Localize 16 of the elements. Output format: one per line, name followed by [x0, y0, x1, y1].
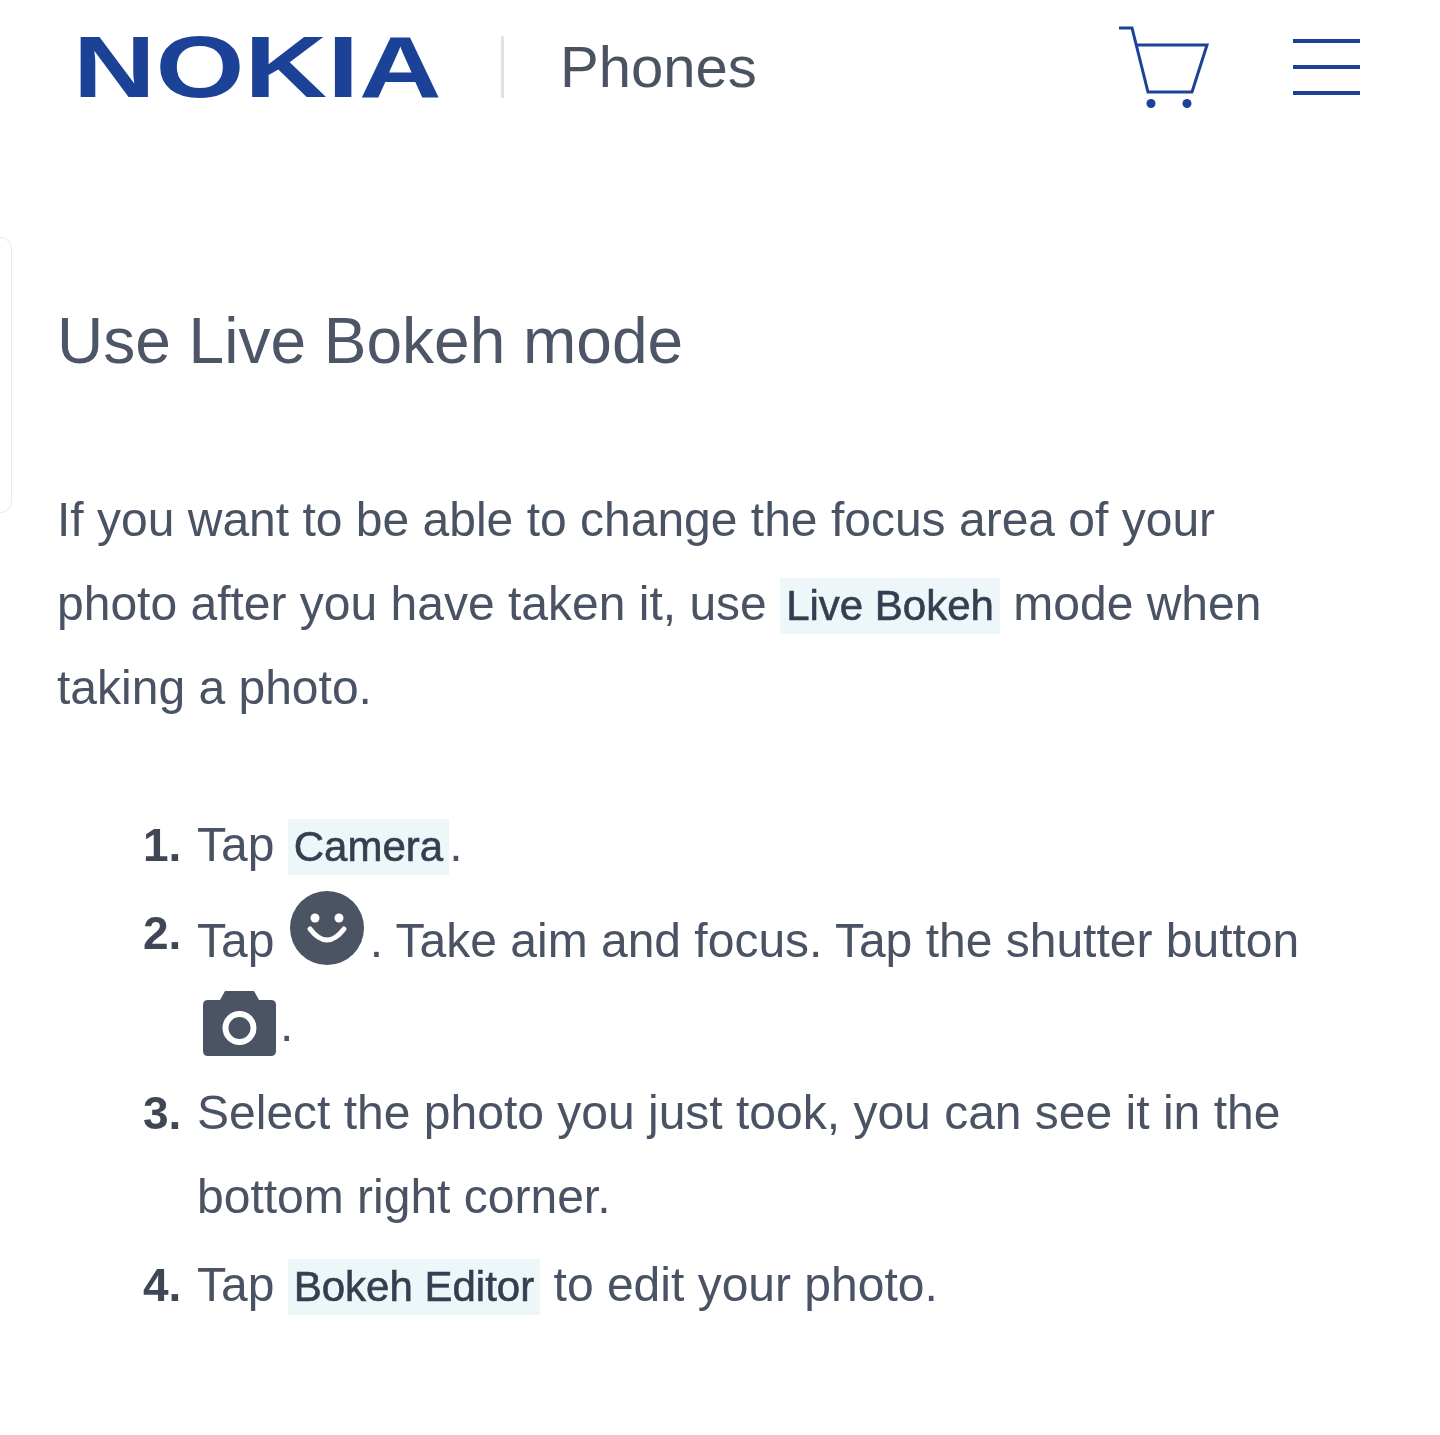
step-number: 4. — [143, 1258, 182, 1313]
step-text: . — [280, 998, 294, 1051]
step-number: 2. — [143, 906, 182, 961]
intro-paragraph: If you want to be able to change the focus area of your photo after you have taken it, use Live Bokeh mode when taking a photo. — [57, 492, 1263, 716]
step-text: Select the photo you just took, you can see it in the bottom right corner. — [197, 1086, 1281, 1223]
step-text: Tap — [197, 914, 276, 967]
step-number: 1. — [143, 818, 182, 873]
camera-icon — [203, 991, 276, 1056]
section-title: Phones — [560, 38, 757, 96]
step-number: 3. — [143, 1086, 182, 1141]
logo-wordmark[interactable]: NOKIA — [73, 34, 441, 100]
menu-icon[interactable] — [1293, 39, 1360, 95]
page-heading: Use Live Bokeh mode — [57, 304, 685, 379]
smiley-face-icon — [289, 891, 364, 965]
shopping-cart-icon[interactable] — [1118, 24, 1210, 110]
step-text: . Take aim and focus. Tap the shutter button — [369, 914, 1300, 967]
